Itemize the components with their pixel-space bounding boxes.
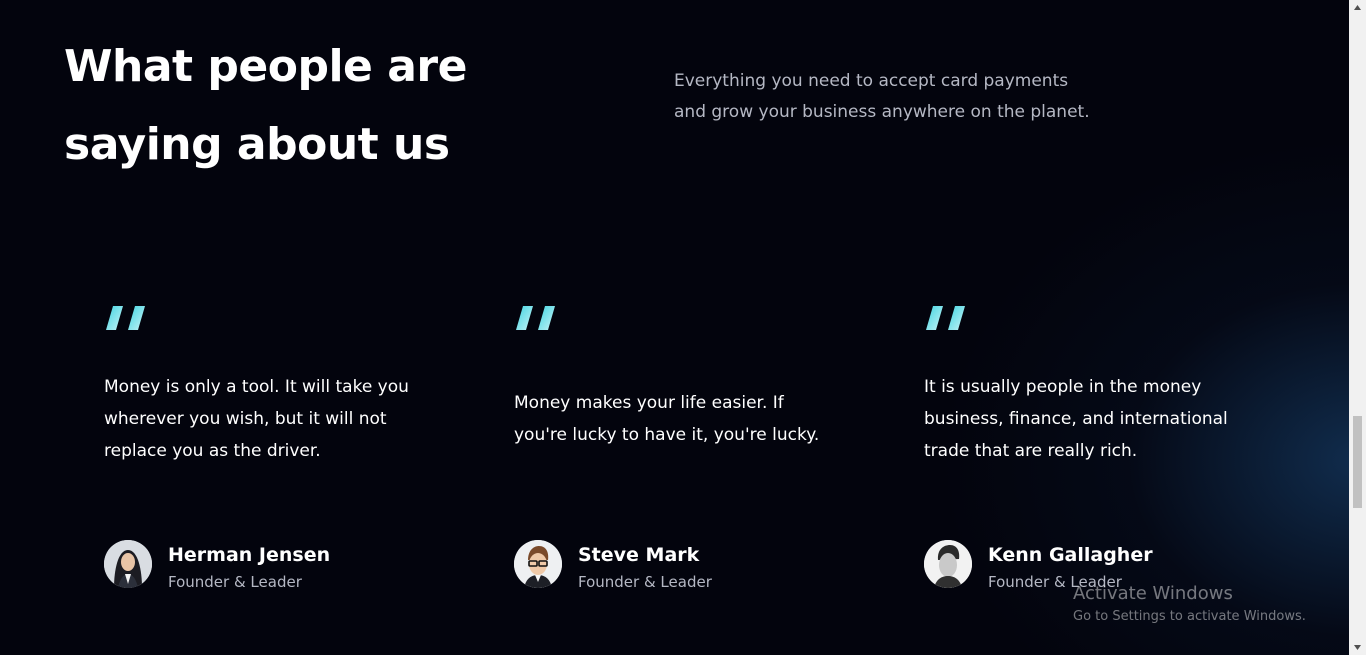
heading-line-2: saying about us	[64, 119, 450, 170]
author-role: Founder & Leader	[168, 573, 302, 591]
watermark-subtitle: Go to Settings to activate Windows.	[1073, 609, 1306, 624]
quote-icon	[106, 306, 145, 330]
author-name: Herman Jensen	[168, 544, 331, 566]
subtitle-line-1: Everything you need to accept card payme…	[674, 71, 1069, 91]
subtitle-line-2: and grow your business anywhere on the p…	[674, 102, 1090, 122]
author-role: Founder & Leader	[578, 573, 712, 591]
windows-activation-watermark: Activate Windows Go to Settings to activ…	[1073, 582, 1306, 628]
avatar	[514, 540, 562, 588]
scroll-up-arrow-icon[interactable]	[1349, 0, 1366, 17]
quote-icon	[516, 306, 555, 330]
quote-icon	[926, 306, 965, 330]
author-name: Steve Mark	[578, 544, 700, 566]
scroll-down-arrow-icon[interactable]	[1349, 638, 1366, 655]
section-heading: What people are saying about us	[64, 28, 524, 184]
vertical-scrollbar[interactable]	[1349, 0, 1366, 655]
heading-line-1: What people are	[64, 41, 467, 92]
author-name: Kenn Gallagher	[988, 544, 1153, 566]
avatar	[104, 540, 152, 588]
testimonial-quote: Money makes your life easier. If you're …	[514, 393, 820, 445]
testimonial-quote: Money is only a tool. It will take you w…	[104, 377, 409, 461]
scrollbar-thumb[interactable]	[1353, 416, 1362, 508]
avatar	[924, 540, 972, 588]
watermark-title: Activate Windows	[1073, 583, 1233, 604]
section-subtitle: Everything you need to accept card payme…	[674, 66, 1124, 128]
testimonial-quote: It is usually people in the money busine…	[924, 377, 1228, 461]
